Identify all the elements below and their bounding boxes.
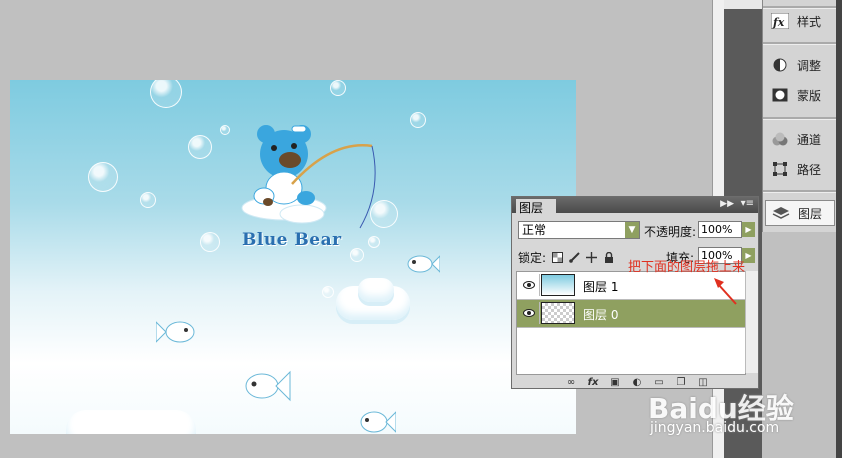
annotation-arrow (714, 278, 737, 305)
dock-item-adjustments[interactable]: 调整 (765, 53, 833, 77)
lock-all-icon[interactable] (603, 252, 614, 263)
bubble (188, 135, 212, 159)
layer-name[interactable]: 图层 0 (583, 306, 618, 323)
blend-mode-value: 正常 (522, 223, 547, 237)
fish-icon (245, 370, 291, 402)
lock-move-icon[interactable] (586, 252, 598, 263)
chevron-down-icon[interactable]: ▼ (625, 222, 639, 238)
fish-icon (407, 255, 440, 273)
bubble (88, 162, 118, 192)
layer-thumbnail (541, 274, 575, 296)
dock-item-label: 样式 (797, 14, 822, 29)
panel-menu-icon[interactable]: ▾≡ (741, 198, 754, 209)
layer-thumbnail (541, 302, 575, 324)
blue-bear-title: Blue Bear (242, 230, 342, 250)
bubble (330, 80, 346, 96)
lock-brush-icon[interactable] (569, 252, 580, 263)
dock-top-strip (724, 0, 762, 9)
layer-row-1[interactable]: 图层 1 (517, 272, 745, 300)
opacity-input[interactable]: 100% (698, 221, 742, 238)
lock-label: 锁定: (518, 251, 547, 265)
bubble (350, 248, 364, 262)
dock-item-label: 图层 (798, 206, 823, 221)
dock-item-label: 路径 (797, 162, 822, 177)
bubble (200, 232, 220, 252)
dock-item-label: 蒙版 (797, 88, 822, 103)
opacity-label: 不透明度: (644, 225, 697, 239)
fx-icon: fx (771, 12, 789, 30)
adjust-icon[interactable]: ◐ (630, 376, 644, 388)
layers-icon (772, 204, 790, 222)
dock-separator (763, 42, 836, 45)
tab-layers[interactable]: 图层 (516, 199, 556, 217)
layer-name[interactable]: 图层 1 (583, 278, 618, 295)
panel-dock: fx 样式 调整 蒙版 通道 路径 图层 (762, 0, 837, 232)
cloud (66, 410, 196, 434)
dock-item-channels[interactable]: 通道 (765, 127, 833, 151)
dock-item-masks[interactable]: 蒙版 (765, 83, 833, 107)
layers-scrollbar[interactable] (745, 271, 758, 373)
bubble (410, 112, 426, 128)
lock-row: 锁定: (518, 249, 614, 266)
baidu-watermark-url: jingyan.baidu.com (650, 420, 780, 436)
annotation-text: 把下面的图层拖上来 (628, 260, 746, 275)
paths-icon (771, 160, 789, 178)
svg-text:fx: fx (772, 16, 785, 29)
dock-item-layers[interactable]: 图层 (765, 200, 835, 226)
fish-icon (156, 321, 195, 343)
mask-icon[interactable]: ▣ (608, 376, 622, 388)
adjust-icon (771, 56, 789, 74)
dock-item-styles[interactable]: fx 样式 (765, 9, 833, 33)
dock-item-label: 通道 (797, 132, 822, 147)
bubble (220, 125, 230, 135)
dock-right-edge (836, 0, 842, 458)
bubble (150, 80, 182, 108)
blend-mode-select[interactable]: 正常 ▼ (518, 221, 640, 239)
eye-icon[interactable] (519, 274, 540, 296)
bubble (322, 286, 334, 298)
eye-icon[interactable] (519, 302, 540, 324)
opacity-slider-arrow-icon[interactable]: ▶ (742, 222, 755, 237)
channels-icon (771, 130, 789, 148)
link-icon[interactable]: ∞ (564, 376, 578, 388)
fish-icon (360, 411, 396, 433)
mask-icon (771, 86, 789, 104)
fx-icon[interactable]: fx (586, 376, 600, 388)
dock-separator (763, 117, 836, 120)
dock-item-label: 调整 (797, 58, 822, 73)
dock-item-paths[interactable]: 路径 (765, 157, 833, 181)
dock-separator (763, 190, 836, 193)
layer-row-0[interactable]: 图层 0 (517, 300, 745, 328)
lock-transparent-icon[interactable] (552, 252, 564, 263)
bubble (140, 192, 156, 208)
document-canvas[interactable]: Blue Bear (10, 80, 576, 434)
collapse-icon[interactable]: ▶▶ (720, 199, 734, 209)
cloud (358, 278, 394, 302)
